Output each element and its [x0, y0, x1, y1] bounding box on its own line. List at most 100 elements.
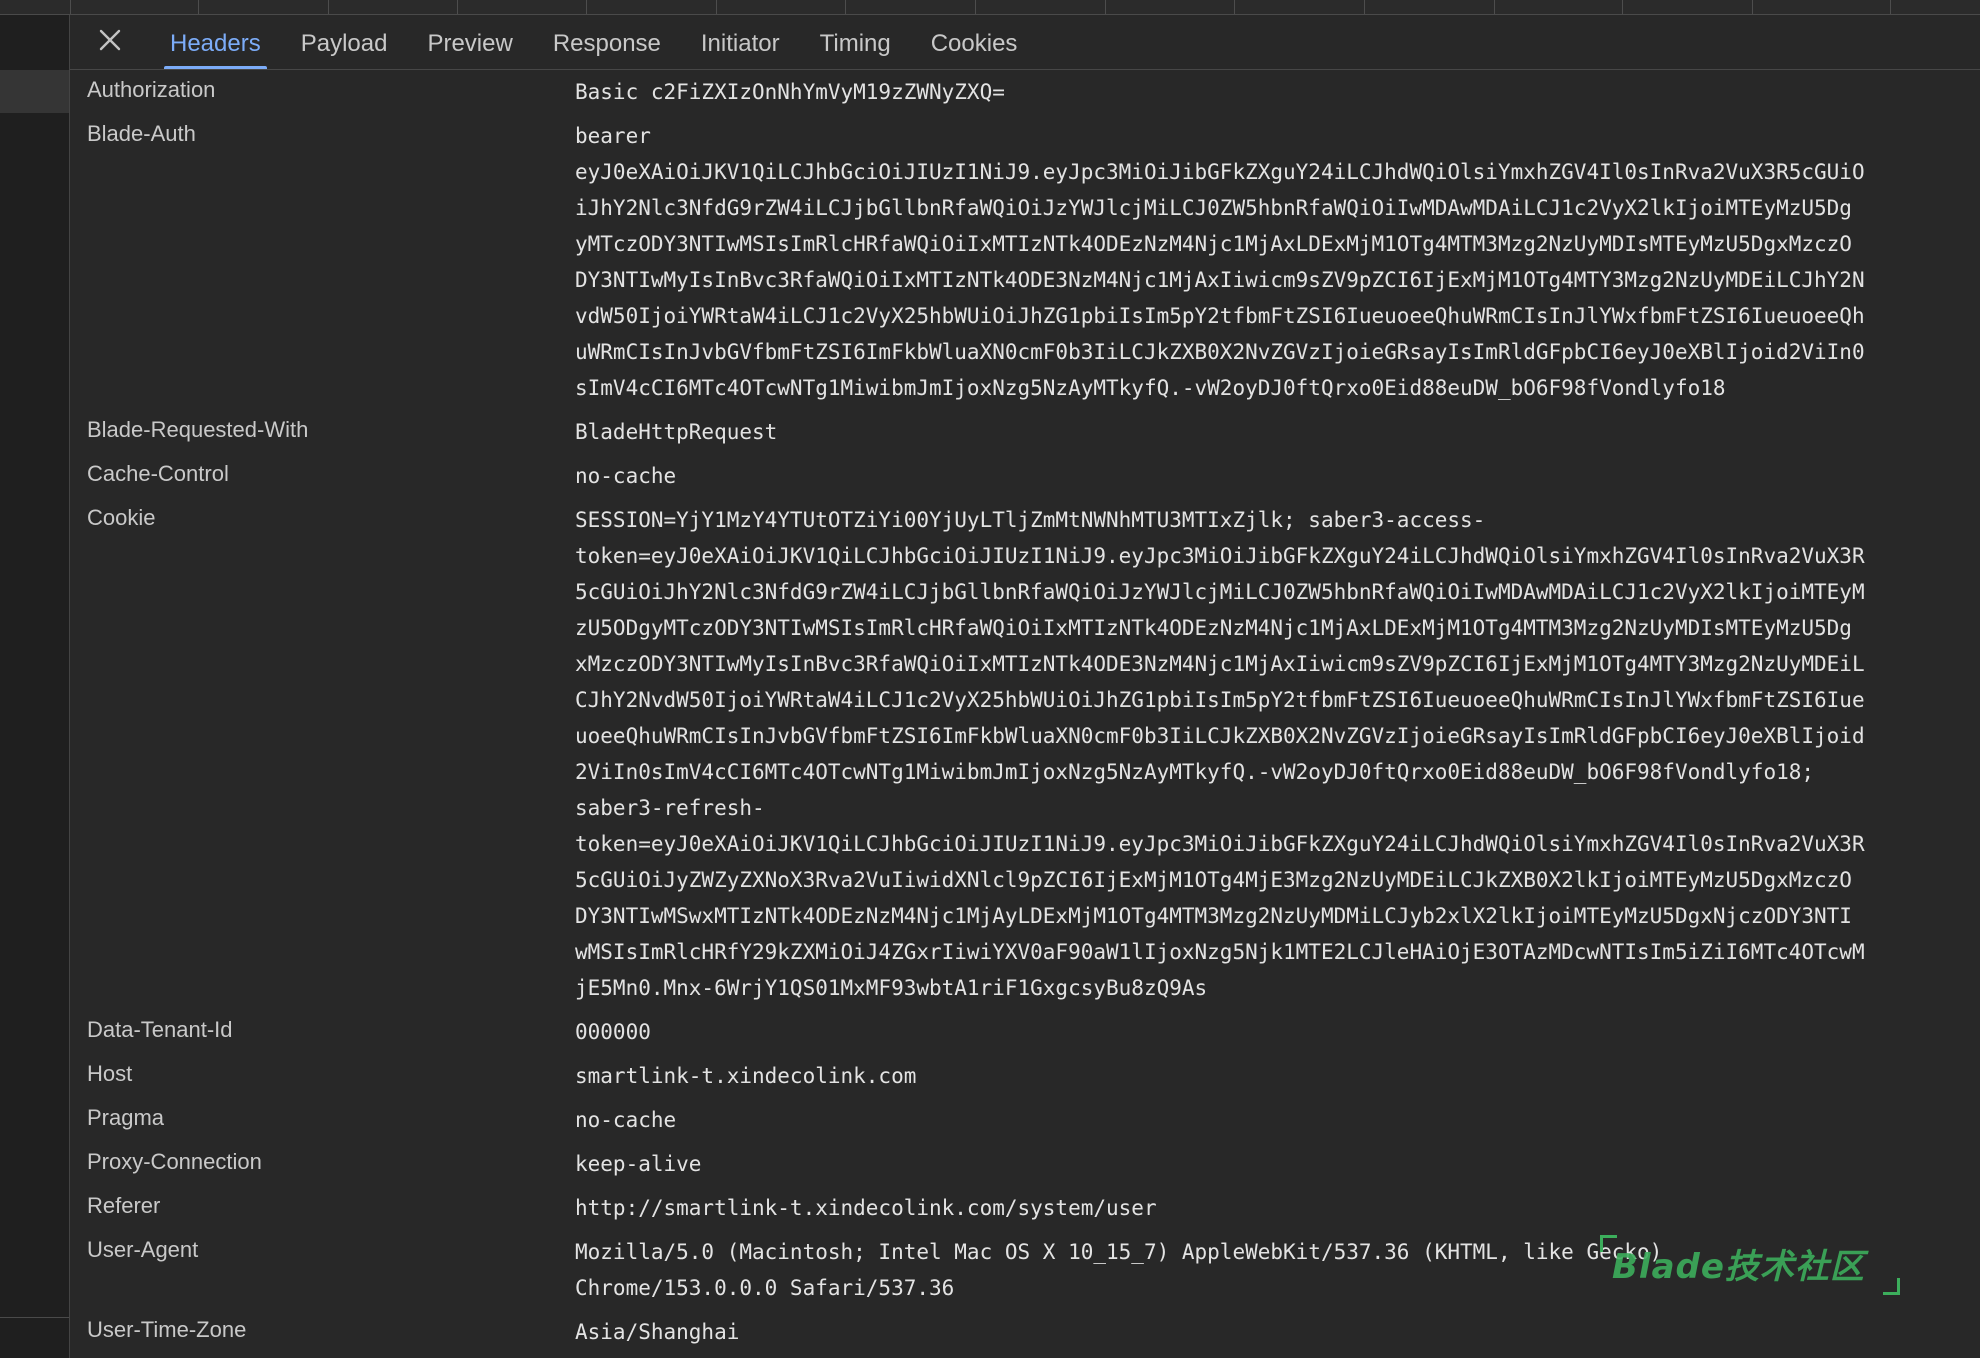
tab-list: Headers Payload Preview Response Initiator Ti… — [150, 15, 1037, 69]
tab-cookies[interactable]: Cookies — [911, 15, 1038, 69]
header-name: Cache-Control — [87, 461, 229, 486]
header-value[interactable]: bearer eyJ0eXAiOiJKV1QiLCJhbGciOiJIUzI1Ni… — [575, 114, 1935, 410]
header-value-line: jE5Mn0.Mnx-6WrjY1QS01MxMF93wbtA1riF1Gxgc… — [575, 976, 1208, 1000]
header-value[interactable]: Mozilla/5.0 (Macintosh; Intel Mac OS X 1… — [575, 1230, 1935, 1310]
close-icon[interactable] — [96, 26, 124, 54]
tab-preview[interactable]: Preview — [407, 15, 532, 69]
header-name: Cookie — [87, 505, 156, 530]
tab-payload[interactable]: Payload — [281, 15, 408, 69]
header-name: User-Time-Zone — [87, 1317, 247, 1342]
header-value-line: uWRmCIsInJvbGVfbmFtZSI6ImFkbWluaXN0cmF0b… — [575, 340, 1865, 364]
ruler-tick — [1364, 0, 1365, 14]
header-value-line: Basic c2FiZXIzOnNhYmVyM19zZWNyZXQ= — [575, 80, 1005, 104]
header-value[interactable]: 000000 — [575, 1010, 1935, 1054]
detail-tab-bar: Headers Payload Preview Response Initiator Ti… — [70, 15, 1980, 70]
header-value-line: saber3-refresh- — [575, 796, 765, 820]
header-value[interactable]: smartlink-t.xindecolink.com — [575, 1054, 1935, 1098]
header-value-line: xMzczODY3NTIwMyIsInBvc3RfaWQiOiIxMTIzNTk… — [575, 652, 1865, 676]
ruler-tick — [1622, 0, 1623, 14]
header-value-line: DY3NTIwMyIsInBvc3RfaWQiOiIxMTIzNTk4ODE3N… — [575, 268, 1865, 292]
header-value-line: SESSION=YjY1MzY4YTUtOTZiYi00YjUyLTljZmMt… — [575, 508, 1486, 532]
ruler-tick — [457, 0, 458, 14]
request-list-gutter — [0, 15, 70, 1358]
header-value[interactable]: keep-alive — [575, 1142, 1935, 1186]
ruler-tick — [198, 0, 199, 14]
header-value-line: BladeHttpRequest — [575, 420, 778, 444]
header-value[interactable]: BladeHttpRequest — [575, 410, 1935, 454]
header-value-line: bearer — [575, 124, 651, 148]
header-name: Blade-Auth — [87, 121, 196, 146]
header-value-line: eyJ0eXAiOiJKV1QiLCJhbGciOiJIUzI1NiJ9.eyJ… — [575, 160, 1865, 184]
ruler-tick — [328, 0, 329, 14]
header-value-line: Chrome/153.0.0.0 Safari/537.36 — [575, 1276, 955, 1300]
ruler-tick — [1752, 0, 1753, 14]
header-value-line: Mozilla/5.0 (Macintosh; Intel Mac OS X 1… — [575, 1240, 1663, 1264]
header-value[interactable]: no-cache — [575, 1098, 1935, 1142]
header-value-line: smartlink-t.xindecolink.com — [575, 1064, 917, 1088]
header-value-line: iJhY2Nlc3NfdG9rZW4iLCJjbGllbnRfaWQiOiJzY… — [575, 196, 1852, 220]
ruler-tick — [845, 0, 846, 14]
ruler-tick — [1105, 0, 1106, 14]
header-name: User-Agent — [87, 1237, 199, 1262]
request-headers-list: Authorization Basic c2FiZXIzOnNhYmVyM19zZ… — [70, 70, 1980, 1354]
tab-headers[interactable]: Headers — [150, 15, 281, 69]
header-row: Pragma no-cache — [70, 1098, 1980, 1142]
header-value-line: 2ViIn0sImV4cCI6MTc4OTcwNTg1MiwibmJmIjoxN… — [575, 760, 1815, 784]
header-value-line: no-cache — [575, 1108, 677, 1132]
tab-timing[interactable]: Timing — [800, 15, 911, 69]
header-row: Proxy-Connection keep-alive — [70, 1142, 1980, 1186]
header-value-line: sImV4cCI6MTc4OTcwNTg1MiwibmJmIjoxNzg5NzA… — [575, 376, 1726, 400]
header-value-line: zU5ODgyMTczODY3NTIwMSIsImRlcHRfaWQiOiIxM… — [575, 616, 1852, 640]
header-value-line: http://smartlink-t.xindecolink.com/syste… — [575, 1196, 1157, 1220]
header-name: Referer — [87, 1193, 161, 1218]
header-value[interactable]: Asia/Shanghai — [575, 1310, 1935, 1354]
header-row: User-Time-Zone Asia/Shanghai — [70, 1310, 1980, 1354]
header-row: Host smartlink-t.xindecolink.com — [70, 1054, 1980, 1098]
tab-initiator[interactable]: Initiator — [681, 15, 800, 69]
header-value-line: token=eyJ0eXAiOiJKV1QiLCJhbGciOiJIUzI1Ni… — [575, 832, 1865, 856]
header-value-line: vdW50IjoiYWRtaW4iLCJ1c2VyX25hbWUiOiJhZG1… — [575, 304, 1865, 328]
header-name: Proxy-Connection — [87, 1149, 262, 1174]
header-row: User-Agent Mozilla/5.0 (Macintosh; Intel … — [70, 1230, 1980, 1310]
ruler-tick — [716, 0, 717, 14]
header-value[interactable]: Basic c2FiZXIzOnNhYmVyM19zZWNyZXQ= — [575, 70, 1935, 114]
header-value-line: wMSIsImRlcHRfY29kZXMiOiJ4ZGxrIiwiYXV0aF9… — [575, 940, 1865, 964]
header-value[interactable]: http://smartlink-t.xindecolink.com/syste… — [575, 1186, 1935, 1230]
header-row: Cache-Control no-cache — [70, 454, 1980, 498]
timeline-ruler — [0, 0, 1980, 15]
gutter-divider — [0, 1317, 69, 1318]
header-value-line: keep-alive — [575, 1152, 702, 1176]
ruler-tick — [1890, 0, 1891, 14]
ruler-tick — [1494, 0, 1495, 14]
header-row: Blade-Requested-With BladeHttpRequest — [70, 410, 1980, 454]
header-name: Data-Tenant-Id — [87, 1017, 233, 1042]
header-value-line: DY3NTIwMSwxMTIzNTk4ODEzNzM4Njc1MjAyLDExM… — [575, 904, 1852, 928]
header-value-line: uoeeQhuWRmCIsInJvbGVfbmFtZSI6ImFkbWluaXN… — [575, 724, 1865, 748]
header-row: Authorization Basic c2FiZXIzOnNhYmVyM19zZ… — [70, 70, 1980, 114]
ruler-tick — [1234, 0, 1235, 14]
header-value-line: 000000 — [575, 1020, 651, 1044]
header-value-line: token=eyJ0eXAiOiJKV1QiLCJhbGciOiJIUzI1Ni… — [575, 544, 1865, 568]
header-row: Data-Tenant-Id 000000 — [70, 1010, 1980, 1054]
header-value[interactable]: no-cache — [575, 454, 1935, 498]
header-value-line: 5cGUiOiJyZWZyZXNoX3Rva2VuIiwidXNlcl9pZCI… — [575, 868, 1852, 892]
selected-request-highlight[interactable] — [0, 70, 69, 113]
header-name: Blade-Requested-With — [87, 417, 309, 442]
header-row: Referer http://smartlink-t.xindecolink.co… — [70, 1186, 1980, 1230]
ruler-tick — [586, 0, 587, 14]
ruler-tick — [70, 0, 71, 14]
header-value[interactable]: SESSION=YjY1MzY4YTUtOTZiYi00YjUyLTljZmMt… — [575, 498, 1935, 1010]
header-value-line: CJhY2NvdW50IjoiYWRtaW4iLCJ1c2VyX25hbWUiO… — [575, 688, 1865, 712]
header-value-line: yMTczODY3NTIwMSIsImRlcHRfaWQiOiIxMTIzNTk… — [575, 232, 1852, 256]
header-name: Pragma — [87, 1105, 165, 1130]
ruler-tick — [975, 0, 976, 14]
header-value-line: Asia/Shanghai — [575, 1320, 740, 1344]
header-row: Blade-Auth bearer eyJ0eXAiOiJKV1QiLCJhbGci… — [70, 114, 1980, 410]
header-name: Host — [87, 1061, 133, 1086]
tab-response[interactable]: Response — [533, 15, 681, 69]
header-value-line: 5cGUiOiJhY2Nlc3NfdG9rZW4iLCJjbGllbnRfaWQ… — [575, 580, 1865, 604]
header-name: Authorization — [87, 77, 216, 102]
header-row: Cookie SESSION=YjY1MzY4YTUtOTZiYi00YjUyLT… — [70, 498, 1980, 1010]
header-value-line: no-cache — [575, 464, 677, 488]
devtools-network-panel: Headers Payload Preview Response Initiator Ti… — [0, 0, 1980, 1358]
